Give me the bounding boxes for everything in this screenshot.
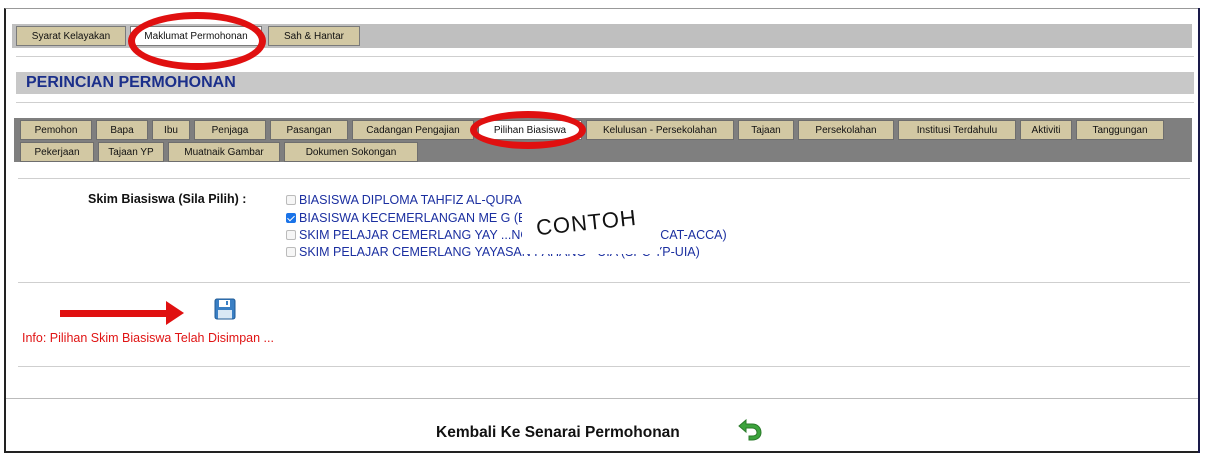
tab-pasangan[interactable]: Pasangan	[270, 120, 348, 140]
tab-tanggungan[interactable]: Tanggungan	[1076, 120, 1164, 140]
checkbox[interactable]	[286, 230, 296, 240]
tab-pilihan-biasiswa[interactable]: Pilihan Biasiswa	[478, 120, 582, 140]
tab-maklumat-permohonan[interactable]: Maklumat Permohonan	[130, 26, 262, 46]
back-to-list-link[interactable]: Kembali Ke Senarai Permohonan	[436, 424, 680, 442]
tab-dokumen-sokongan[interactable]: Dokumen Sokongan	[284, 142, 418, 162]
top-tab-bar: Syarat Kelayakan Maklumat Permohonan Sah…	[12, 24, 1192, 48]
annotation-arrow-head	[166, 301, 184, 325]
skim-option-bkmb[interactable]: BIASISWA KECEMERLANGAN ME G (BKMB)	[286, 211, 558, 225]
tab-kelulusan-persekolahan[interactable]: Kelulusan - Persekolahan	[586, 120, 734, 140]
checkbox[interactable]	[286, 247, 296, 257]
divider	[18, 282, 1190, 283]
save-icon[interactable]	[214, 298, 236, 320]
tab-sah-hantar[interactable]: Sah & Hantar	[268, 26, 360, 46]
divider	[16, 102, 1194, 103]
divider	[16, 56, 1194, 57]
tab-muatnaik-gambar[interactable]: Muatnaik Gambar	[168, 142, 280, 162]
divider	[18, 366, 1190, 367]
checkbox-checked[interactable]	[286, 213, 296, 223]
tab-pekerjaan[interactable]: Pekerjaan	[20, 142, 94, 162]
annotation-arrow-shaft	[60, 310, 168, 317]
tab-tajaan[interactable]: Tajaan	[738, 120, 794, 140]
divider	[18, 178, 1190, 179]
option-label: BIASISWA KECEMERLANGAN ME G (BKMB)	[299, 211, 558, 225]
right-border	[1198, 8, 1200, 453]
info-message: Info: Pilihan Skim Biasiswa Telah Disimp…	[22, 331, 274, 345]
tab-cadangan-pengajian[interactable]: Cadangan Pengajian	[352, 120, 474, 140]
back-arrow-icon[interactable]	[736, 414, 764, 442]
skim-label: Skim Biasiswa (Sila Pilih) :	[88, 192, 247, 206]
page-title: PERINCIAN PERMOHONAN	[26, 74, 236, 91]
tab-pemohon[interactable]: Pemohon	[20, 120, 92, 140]
tab-ibu[interactable]: Ibu	[152, 120, 190, 140]
checkbox[interactable]	[286, 195, 296, 205]
tab-tajaan-yp[interactable]: Tajaan YP	[98, 142, 164, 162]
tab-penjaga[interactable]: Penjaga	[194, 120, 266, 140]
skim-option-cat-acca[interactable]: SKIM PELAJAR CEMERLANG YAY ...NG - CAT-A…	[286, 228, 727, 242]
tab-syarat-kelayakan[interactable]: Syarat Kelayakan	[16, 26, 126, 46]
divider	[6, 398, 1198, 399]
tab-institusi-terdahulu[interactable]: Institusi Terdahulu	[898, 120, 1016, 140]
option-label: SKIM PELAJAR CEMERLANG YAY ...NG - CAT-A…	[299, 228, 727, 242]
tab-bapa[interactable]: Bapa	[96, 120, 148, 140]
sub-tab-bar: Pemohon Bapa Ibu Penjaga Pasangan Cadang…	[14, 118, 1192, 162]
tab-aktiviti[interactable]: Aktiviti	[1020, 120, 1072, 140]
tab-persekolahan[interactable]: Persekolahan	[798, 120, 894, 140]
